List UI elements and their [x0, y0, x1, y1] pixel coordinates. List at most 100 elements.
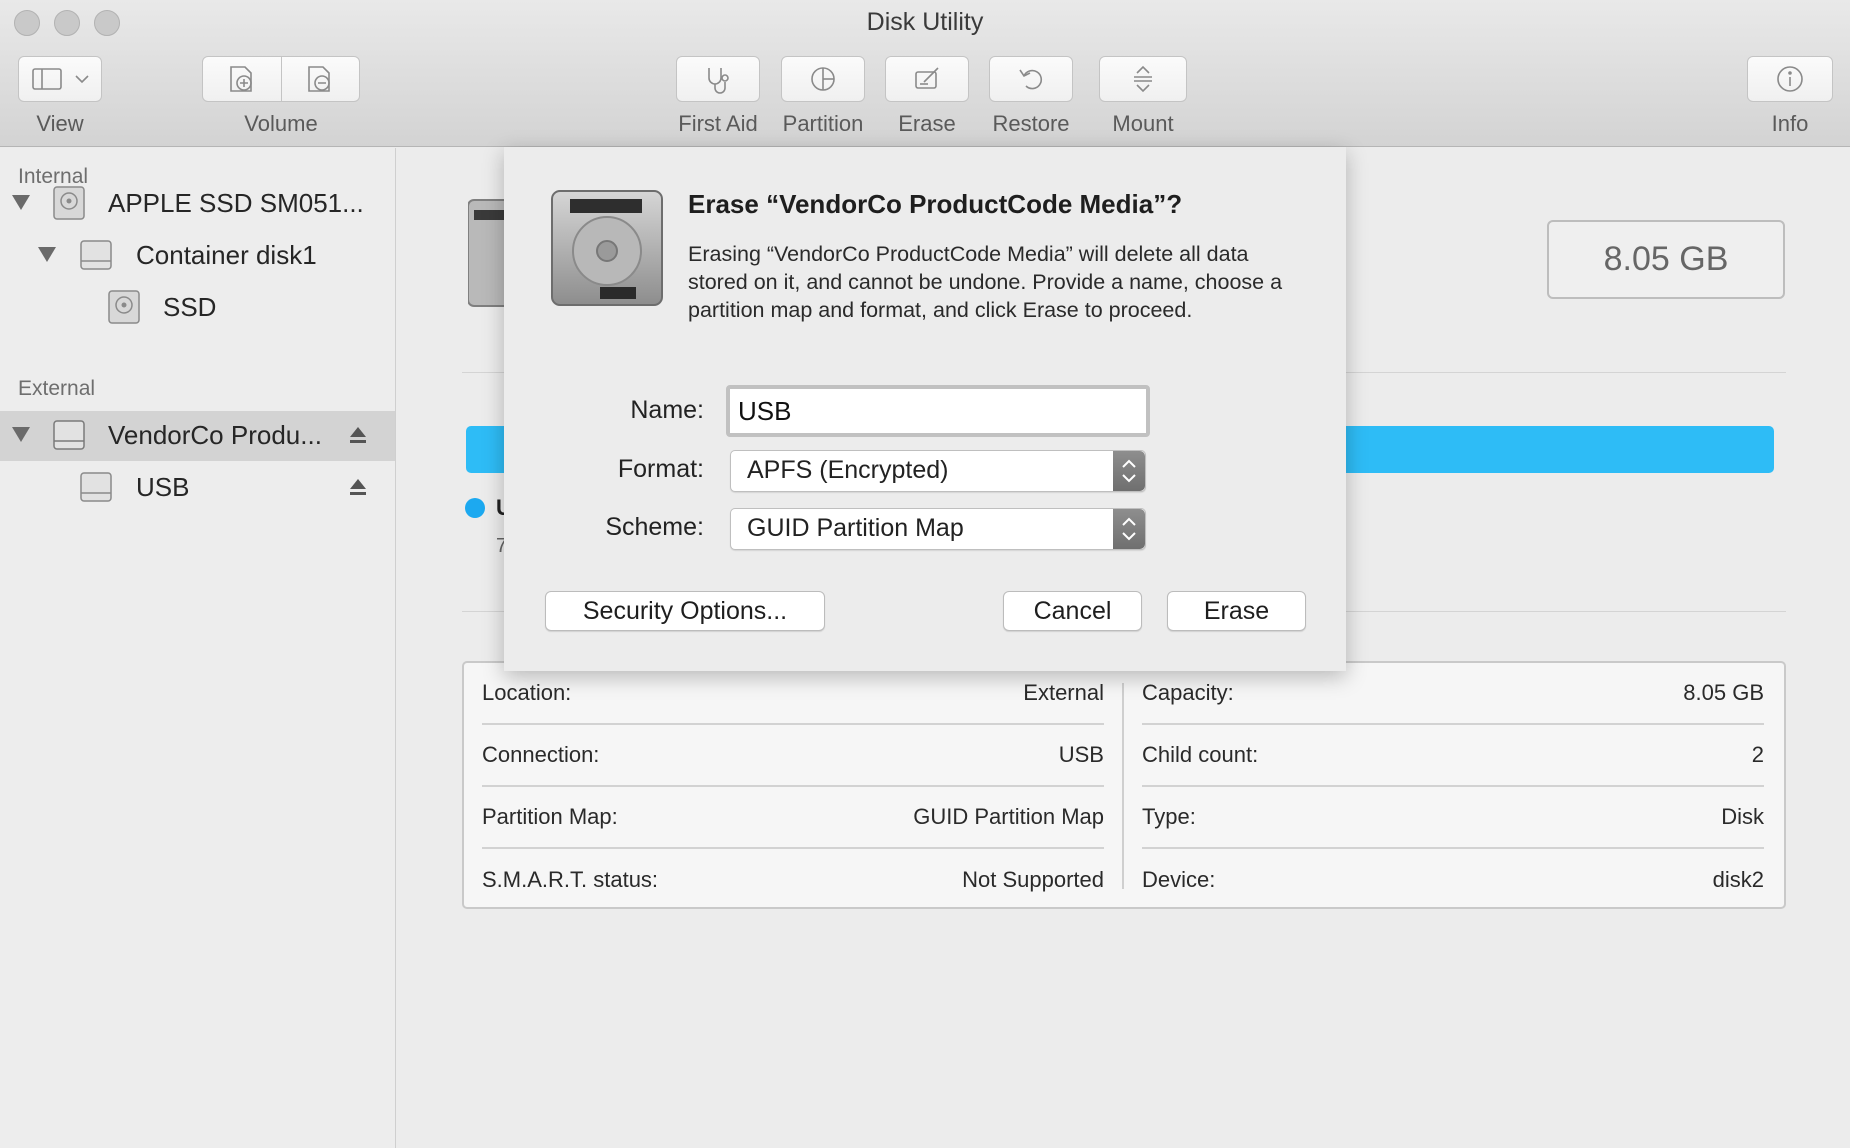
add-volume-icon: [229, 66, 252, 92]
partition-label: Partition: [782, 111, 864, 136]
restore-label: Restore: [992, 111, 1070, 136]
info-key: Partition Map:: [482, 804, 618, 829]
cancel-button[interactable]: Cancel: [1003, 591, 1142, 631]
mount-button[interactable]: [1099, 56, 1187, 102]
sidebar-item-label: USB: [136, 472, 190, 502]
info-row-partition-map: Partition Map: GUID Partition Map: [482, 787, 1104, 849]
info-row-smart-status: S.M.A.R.T. status: Not Supported: [482, 849, 1104, 911]
chevron-down-icon: [75, 75, 89, 84]
sidebar-item-apple-ssd[interactable]: APPLE SSD SM051...: [0, 179, 395, 229]
format-stepper[interactable]: [1113, 451, 1145, 491]
dialog-message: Erasing “VendorCo ProductCode Media” wil…: [688, 242, 1283, 322]
info-icon: [1777, 66, 1803, 92]
erase-confirm-button[interactable]: Erase: [1167, 591, 1306, 631]
remove-volume-icon: [308, 66, 331, 92]
info-label: Info: [1771, 111, 1809, 136]
eject-icon[interactable]: [348, 477, 368, 497]
external-heading: External: [18, 377, 96, 400]
info-key: Device:: [1142, 867, 1216, 892]
format-label: Format:: [617, 455, 704, 483]
toolbar: Disk Utility View Volume First Aid Parti…: [0, 0, 1850, 147]
volume-label: Volume: [244, 111, 318, 136]
info-value: GUID Partition Map: [913, 804, 1104, 829]
updown-chevron-icon: [1122, 459, 1136, 483]
disclosure-triangle-icon[interactable]: [12, 195, 30, 210]
container-disk-icon: [80, 240, 112, 270]
info-value: 8.05 GB: [1683, 680, 1764, 705]
add-volume-button[interactable]: [203, 57, 281, 101]
legend-color-dot: [465, 498, 485, 518]
internal-disk-icon: [53, 186, 85, 220]
info-row-device: Device: disk2: [1142, 849, 1764, 911]
disclosure-triangle-icon[interactable]: [38, 247, 56, 262]
info-key: Location:: [482, 680, 572, 705]
volume-disk-icon: [108, 290, 140, 324]
info-key: S.M.A.R.T. status:: [482, 867, 659, 892]
info-value: 2: [1751, 742, 1764, 767]
erase-label: Erase: [898, 111, 956, 136]
updown-chevron-icon: [1122, 517, 1136, 541]
volume-segment: [202, 56, 360, 102]
info-row-type: Type: Disk: [1142, 787, 1764, 849]
mount-label: Mount: [1112, 111, 1174, 136]
erase-dialog: Erase “VendorCo ProductCode Media”? Eras…: [504, 147, 1346, 671]
disclosure-triangle-icon[interactable]: [12, 427, 30, 442]
scheme-label: Scheme:: [605, 513, 704, 541]
info-key: Connection:: [482, 742, 600, 767]
first-aid-label: First Aid: [678, 111, 758, 136]
info-value: External: [1023, 680, 1104, 705]
name-field[interactable]: USB: [726, 385, 1150, 437]
info-row-connection: Connection: USB: [482, 725, 1104, 787]
info-key: Type:: [1142, 804, 1196, 829]
sidebar-toggle-icon: [32, 68, 62, 90]
sidebar-item-label: VendorCo Produ...: [108, 420, 322, 450]
sidebar-item-label: Container disk1: [136, 240, 317, 270]
mount-icon: [1134, 65, 1152, 93]
info-column-right: Capacity: 8.05 GB Child count: 2 Type: D…: [1124, 663, 1784, 907]
scheme-stepper[interactable]: [1113, 509, 1145, 549]
external-disk-icon: [53, 420, 85, 450]
eject-icon[interactable]: [348, 425, 368, 445]
partition-pie-icon: [811, 67, 835, 91]
format-select[interactable]: APFS (Encrypted): [730, 450, 1146, 492]
scheme-value: GUID Partition Map: [747, 514, 964, 542]
info-row-child-count: Child count: 2: [1142, 725, 1764, 787]
sidebar: Internal APPLE SSD SM051... Container di…: [0, 148, 396, 1148]
info-value: disk2: [1712, 867, 1764, 892]
remove-volume-button[interactable]: [280, 57, 360, 101]
info-key: Capacity:: [1142, 680, 1234, 705]
erase-pencil-icon: [915, 67, 939, 89]
first-aid-button[interactable]: [676, 56, 760, 102]
capacity-display: 8.05 GB: [1547, 220, 1785, 299]
info-table: Location: External Connection: USB Parti…: [462, 661, 1786, 909]
info-button[interactable]: [1747, 56, 1833, 102]
view-button[interactable]: [18, 56, 102, 102]
info-key: Child count:: [1142, 742, 1259, 767]
erase-button[interactable]: [885, 56, 969, 102]
sidebar-item-usb[interactable]: USB: [0, 463, 395, 513]
info-row-location: Location: External: [482, 663, 1104, 725]
restore-button[interactable]: [989, 56, 1073, 102]
sidebar-item-label: SSD: [163, 292, 217, 322]
name-label: Name:: [630, 396, 704, 424]
info-value: Not Supported: [962, 867, 1104, 892]
sidebar-item-container-disk1[interactable]: Container disk1: [0, 231, 395, 281]
info-value: USB: [1058, 742, 1104, 767]
view-label: View: [36, 111, 84, 136]
window-title: Disk Utility: [866, 8, 984, 36]
sidebar-item-label: APPLE SSD SM051...: [108, 188, 364, 218]
usb-volume-icon: [80, 472, 112, 502]
scheme-select[interactable]: GUID Partition Map: [730, 508, 1146, 550]
security-options-button[interactable]: Security Options...: [545, 591, 825, 631]
sidebar-item-ssd[interactable]: SSD: [0, 283, 395, 333]
info-row-capacity: Capacity: 8.05 GB: [1142, 663, 1764, 725]
stethoscope-icon: [708, 68, 729, 94]
hard-drive-icon: [551, 190, 663, 306]
info-column-left: Location: External Connection: USB Parti…: [464, 663, 1124, 907]
info-value: Disk: [1721, 804, 1764, 829]
restore-arrow-icon: [1019, 69, 1043, 90]
format-value: APFS (Encrypted): [747, 456, 949, 484]
partition-button[interactable]: [781, 56, 865, 102]
sidebar-item-vendorco[interactable]: VendorCo Produ...: [0, 411, 395, 461]
dialog-title: Erase “VendorCo ProductCode Media”?: [688, 189, 1183, 219]
